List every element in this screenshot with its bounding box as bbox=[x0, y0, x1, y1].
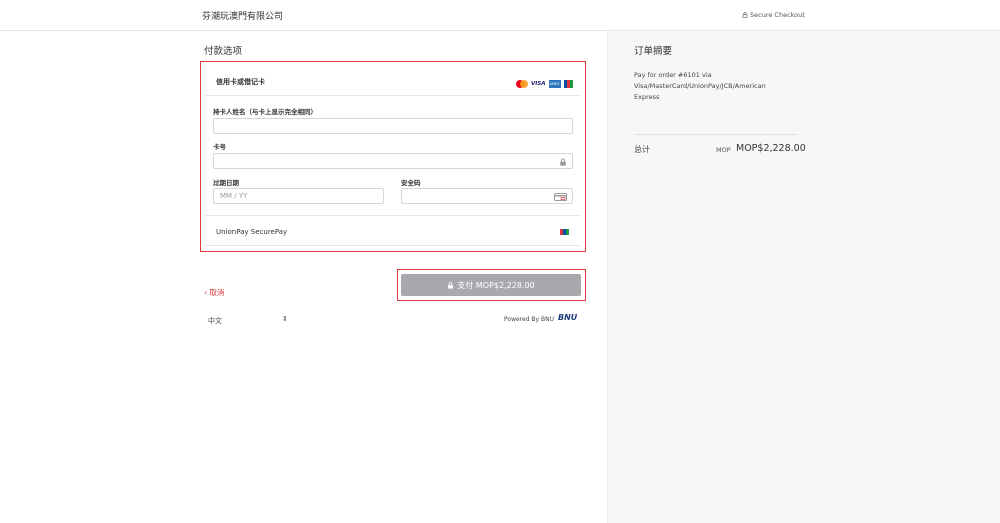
mastercard-icon bbox=[516, 80, 528, 88]
cvc-input[interactable] bbox=[401, 188, 573, 204]
summary-title: 订单摘要 bbox=[634, 46, 673, 57]
unionpay-label: UnionPay SecurePay bbox=[216, 228, 288, 236]
summary-divider bbox=[634, 134, 798, 135]
card-cvc-icon bbox=[554, 193, 567, 201]
jcb-icon bbox=[563, 80, 573, 88]
card-brands: VISA AMEX bbox=[516, 80, 573, 88]
total-currency: MOP bbox=[716, 146, 731, 154]
language-select[interactable]: 中文 bbox=[208, 316, 222, 326]
unionpay-option[interactable]: UnionPay SecurePay bbox=[205, 215, 581, 246]
secure-checkout-label: Secure Checkout bbox=[750, 11, 805, 19]
order-description: Pay for order #6101 via Visa/MasterCard/… bbox=[634, 71, 766, 101]
lock-icon bbox=[742, 12, 748, 18]
payment-options-box: 信用卡或借记卡 VISA AMEX 持卡人姓名（与卡上显示完全相同） 卡号 过期… bbox=[200, 61, 586, 252]
lock-icon bbox=[448, 281, 454, 289]
pay-button-highlight: 支付 MOP$2,228.00 bbox=[397, 269, 586, 301]
secure-checkout: Secure Checkout bbox=[742, 11, 805, 19]
expiry-input[interactable]: MM / YY bbox=[213, 188, 384, 204]
pay-button-label: 支付 MOP$2,228.00 bbox=[457, 280, 535, 290]
select-arrows-icon[interactable]: ⇕ bbox=[282, 315, 288, 323]
cancel-link[interactable]: ‹ 取消 bbox=[204, 287, 224, 298]
shop-name: 芬潮玩澳門有限公司 bbox=[202, 12, 284, 22]
payment-section-title: 付款选项 bbox=[204, 46, 243, 57]
pay-button[interactable]: 支付 MOP$2,228.00 bbox=[401, 274, 581, 296]
cardholder-input[interactable] bbox=[213, 118, 573, 134]
expiry-label: 过期日期 bbox=[213, 179, 239, 187]
card-option-header[interactable]: 信用卡或借记卡 VISA AMEX bbox=[205, 66, 581, 96]
cvc-label: 安全码 bbox=[401, 179, 421, 187]
cardholder-label: 持卡人姓名（与卡上显示完全相同） bbox=[213, 108, 317, 116]
bnu-logo: BNU bbox=[558, 313, 578, 322]
lock-icon bbox=[560, 158, 566, 166]
header: 芬潮玩澳門有限公司 Secure Checkout bbox=[0, 0, 1000, 31]
card-option-label: 信用卡或借记卡 bbox=[216, 78, 265, 86]
order-summary-panel: 订单摘要 Pay for order #6101 via Visa/Master… bbox=[607, 31, 1000, 523]
total-label: 总计 bbox=[634, 145, 650, 154]
expiry-placeholder: MM / YY bbox=[220, 192, 248, 200]
card-number-label: 卡号 bbox=[213, 143, 226, 151]
powered-by: Powered By BNU bbox=[504, 316, 554, 323]
amex-icon: AMEX bbox=[548, 80, 561, 88]
unionpay-icon bbox=[560, 229, 569, 235]
total-amount: MOP$2,228.00 bbox=[736, 143, 806, 154]
cancel-label: 取消 bbox=[209, 288, 225, 297]
card-number-input[interactable] bbox=[213, 153, 573, 169]
visa-icon: VISA bbox=[531, 81, 546, 87]
